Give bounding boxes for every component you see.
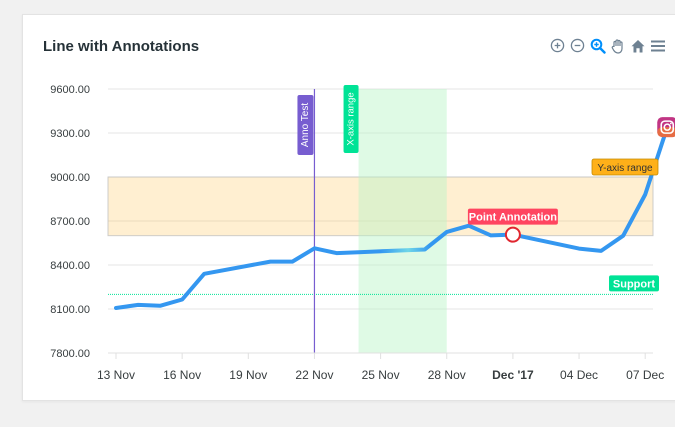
x-tick-label: 16 Nov — [163, 368, 201, 382]
x-tick-label: 25 Nov — [362, 368, 400, 382]
line-chart: 7800.00 8100.00 8400.00 8700.00 9000.00 9300.… — [50, 84, 675, 382]
x-tick-label: 22 Nov — [295, 368, 333, 382]
x-tick-label: 04 Dec — [560, 368, 598, 382]
x-tick-label: 19 Nov — [229, 368, 267, 382]
anno-test-label: Anno Test — [300, 103, 311, 148]
y-tick-label: 9300.00 — [50, 128, 90, 140]
instagram-icon — [657, 117, 675, 138]
x-axis-range-band — [358, 89, 447, 353]
y-axis-range-label: Y-axis range — [597, 163, 653, 174]
x-tick-label: Dec '17 — [492, 368, 534, 382]
support-label: Support — [613, 278, 655, 290]
point-annotation-marker — [504, 226, 521, 243]
x-tick-label: 28 Nov — [428, 368, 466, 382]
y-tick-label: 8100.00 — [50, 304, 90, 316]
y-tick-label: 9600.00 — [50, 84, 90, 96]
x-tick-label: 13 Nov — [97, 368, 135, 382]
y-tick-label: 7800.00 — [50, 348, 90, 360]
y-tick-label: 9000.00 — [50, 172, 90, 184]
x-axis-range-label: X-axis range — [346, 92, 357, 145]
y-tick-label: 8400.00 — [50, 260, 90, 272]
y-tick-label: 8700.00 — [50, 216, 90, 228]
point-annotation-label: Point Annotation — [469, 212, 557, 224]
instagram-icon-dot — [669, 122, 672, 125]
x-tick-label: 07 Dec — [626, 368, 664, 382]
